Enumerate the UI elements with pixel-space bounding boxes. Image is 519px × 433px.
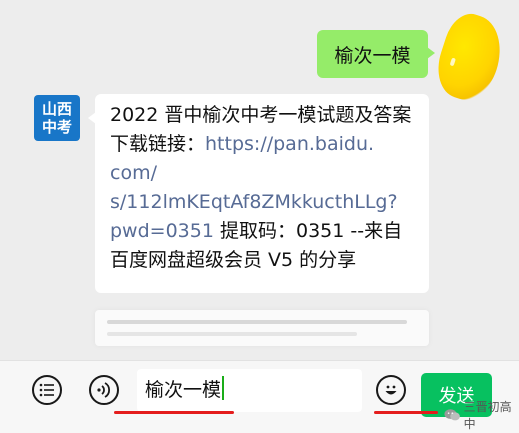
outgoing-message-bubble[interactable]: 榆次一模 xyxy=(317,30,435,78)
account-avatar[interactable]: 山西 中考 xyxy=(34,95,80,141)
message-text-source: 百度网盘超级会员 V5 的分享 xyxy=(110,249,357,271)
incoming-message-text: 2022 晋中榆次中考一模试题及答案下载链接：https://pan.baidu… xyxy=(110,101,417,275)
annotation-underline-input xyxy=(114,411,234,414)
account-avatar-line2: 中考 xyxy=(41,118,72,136)
watermark-text: 三晋初高中 xyxy=(463,400,512,431)
wechat-icon xyxy=(444,409,460,421)
menu-icon xyxy=(39,383,54,397)
emoji-icon xyxy=(385,385,397,395)
incoming-message-bubble[interactable]: 2022 晋中榆次中考一模试题及答案下载链接：https://pan.baidu… xyxy=(88,94,429,293)
text-caret xyxy=(222,376,225,400)
menu-button[interactable] xyxy=(32,375,62,405)
voice-button[interactable] xyxy=(89,375,119,405)
message-text-code: 提取码：0351 --来自 xyxy=(213,220,403,242)
watermark: 三晋初高中 xyxy=(444,398,519,432)
message-input-text: 榆次一模 xyxy=(145,379,222,401)
chat-area: 榆次一模 山西 中考 2022 晋中榆次中考一模试题及答案下载链接：https:… xyxy=(0,0,519,360)
blurred-message-preview xyxy=(95,310,429,346)
message-input[interactable]: 榆次一模 xyxy=(137,369,362,412)
account-avatar-line1: 山西 xyxy=(41,100,72,118)
user-avatar[interactable] xyxy=(429,8,511,107)
emoji-button[interactable] xyxy=(376,375,406,405)
outgoing-message-text: 榆次一模 xyxy=(334,44,411,67)
annotation-underline-emoji xyxy=(374,411,438,414)
input-bar: 榆次一模 发送 xyxy=(0,360,519,433)
voice-icon xyxy=(97,382,111,398)
